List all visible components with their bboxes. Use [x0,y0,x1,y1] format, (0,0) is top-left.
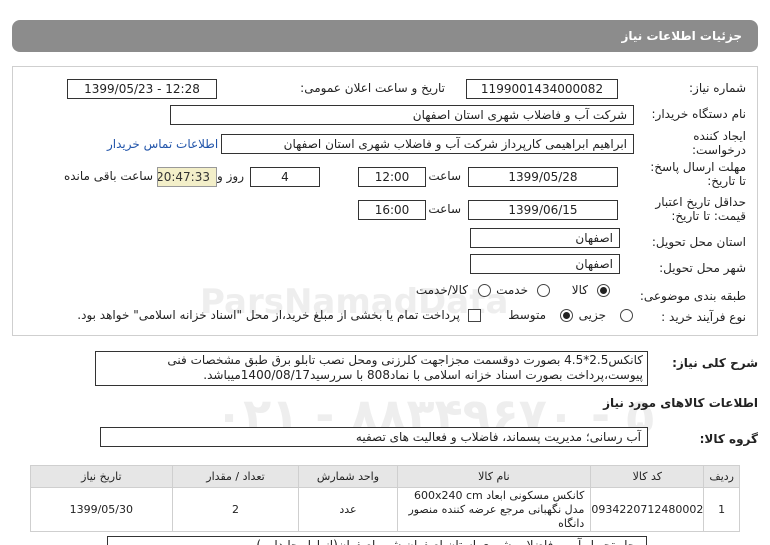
process-minor-radio[interactable] [620,309,633,322]
announce-field: 1399/05/23 - 12:28 [67,79,217,99]
city-field: اصفهان [470,254,620,274]
summary-text: کانکس2.5*4.5 بصورت دوقسمت مجزاجهت کلرزنی… [95,351,648,386]
process-minor-label: جزیی [578,308,606,322]
days-label: روز و [217,169,244,183]
buyer-org-field: شرکت آب و فاضلاب شهری استان اصفهان [170,105,634,125]
cell-unit: عدد [298,487,398,532]
goods-table: ردیف کد کالا نام کالا واحد شمارش تعداد /… [30,465,740,532]
category-both-radio[interactable] [478,284,491,297]
validity-time-field: 16:00 [358,200,426,220]
goods-group-field: آب رسانی؛ مدیریت پسماند، فاضلاب و فعالیت… [100,427,648,447]
buyer-org-label: نام دستگاه خریدار: [651,107,747,121]
reply-time-label: ساعت [428,169,461,183]
col-qty: تعداد / مقدار [171,465,300,488]
col-unit: واحد شمارش [298,465,398,488]
col-code: کد کالا [590,465,705,488]
need-number-field: 1199001434000082 [466,79,618,99]
col-date: تاریخ نیاز [30,465,173,488]
validity-label: حداقل تاریخ اعتبار قیمت: تا تاریخ: [655,195,746,223]
process-medium-label: متوسط [508,308,546,322]
category-label: طبقه بندی موضوعی: [639,289,746,303]
province-label: استان محل تحویل: [651,235,746,249]
cell-name: کانکس مسکونی ابعاد 600x240 cm مدل نگهبان… [396,487,592,532]
reply-deadline-label: مهلت ارسال پاسخ: تا تاریخ: [650,160,746,188]
cell-code: 0934220712480002 [590,487,705,532]
process-medium-radio[interactable] [560,309,573,322]
col-row: ردیف [703,465,740,488]
goods-group-label: گروه کالا: [699,432,758,446]
announce-label: تاریخ و ساعت اعلان عمومی: [300,81,445,95]
validity-date-field: 1399/06/15 [468,200,618,220]
category-service-label: خدمت [496,283,528,297]
city-label: شهر محل تحویل: [659,261,746,275]
cell-qty: 2 [171,487,300,532]
category-goods-radio[interactable] [597,284,610,297]
category-service-radio[interactable] [537,284,550,297]
summary-label: شرح کلی نیاز: [672,356,758,370]
remaining-label: ساعت باقی مانده [63,169,153,183]
goods-table-header: ردیف کد کالا نام کالا واحد شمارش تعداد /… [30,465,740,488]
treasury-checkbox[interactable] [468,309,481,322]
validity-time-label: ساعت [428,202,461,216]
contact-buyer-link[interactable]: اطلاعات تماس خریدار [107,137,218,151]
reply-date-field: 1399/05/28 [468,167,618,187]
countdown-timer: 20:47:33 [157,167,217,187]
requester-label: ایجاد کننده درخواست: [692,129,746,157]
treasury-note: پرداخت تمام یا بخشی از مبلغ خرید،از محل … [77,308,460,322]
reply-time-field: 12:00 [358,167,426,187]
cell-date: 1399/05/30 [30,487,173,532]
need-number-label: شماره نیاز: [689,81,746,95]
category-goods-label: کالا [571,283,588,297]
days-field: 4 [250,167,320,187]
category-both-label: کالا/خدمت [415,283,468,297]
cell-row: 1 [703,487,740,532]
requester-field: ابراهیم ابراهیمی کارپرداز شرکت آب و فاضل… [221,134,634,154]
table-row: 1 0934220712480002 کانکس مسکونی ابعاد 60… [30,487,740,532]
col-name: نام کالا [396,465,592,488]
page-header: جزئیات اطلاعات نیاز [12,20,758,52]
province-field: اصفهان [470,228,620,248]
process-label: نوع فرآیند خرید : [661,310,746,324]
delivery-note-partial: محل تحویل آب و فاضلاب شهری استان اصفهان … [107,536,647,545]
goods-section-title: اطلاعات کالاهای مورد نیاز [603,396,758,410]
